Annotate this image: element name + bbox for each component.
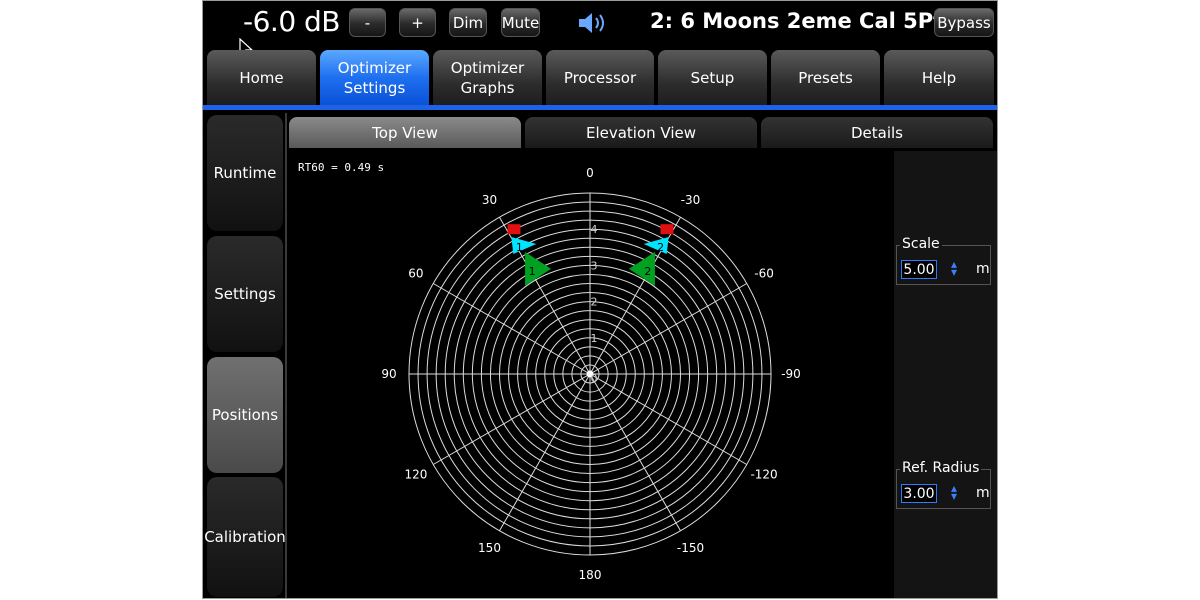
polar-angle-label: 120	[404, 468, 427, 482]
polar-radial-label: 3	[591, 259, 598, 272]
reference-position-marker	[507, 224, 521, 235]
polar-angle-label: 90	[381, 367, 396, 381]
ref-radius-input[interactable]: 3.00	[901, 484, 937, 503]
polar-radial-label: 4	[591, 223, 598, 236]
polar-angle-label: 30	[482, 193, 497, 207]
right-control-panel	[894, 151, 997, 598]
polar-top-view-plot: 030 -3060 -6090 -90120 -120150 -150180 01234 …	[381, 166, 801, 582]
speaker-label: 1	[516, 241, 523, 254]
polar-angle-label: 180	[579, 568, 602, 582]
scale-label: Scale	[900, 236, 942, 252]
polar-angle-label: -150	[677, 541, 704, 555]
scale-unit: m	[976, 261, 990, 277]
ref-radius-unit: m	[976, 485, 990, 501]
polar-angle-label: 0	[586, 166, 594, 180]
polar-angle-label: -90	[781, 367, 801, 381]
scale-input[interactable]: 5.00	[901, 260, 937, 279]
polar-spoke	[589, 373, 748, 465]
polar-spoke	[432, 373, 591, 465]
polar-angle-label: 150	[478, 541, 501, 555]
speaker-label: 1	[529, 265, 536, 278]
device-screen: -6.0 dB - + Dim Mute 2: 6 Moons 2eme Cal…	[202, 0, 998, 599]
polar-spoke	[589, 373, 681, 532]
polar-angle-label: 60	[408, 267, 423, 281]
polar-angle-label: -30	[681, 193, 701, 207]
polar-angle-label: -120	[750, 468, 777, 482]
polar-spoke	[499, 373, 591, 532]
ref-radius-spinner-icon[interactable]: ▴ ▾	[949, 482, 959, 502]
scale-spinner-icon[interactable]: ▴ ▾	[949, 258, 959, 278]
ref-radius-label: Ref. Radius	[900, 460, 982, 476]
ref-radius-control: Ref. Radius 3.00 ▴ ▾ m	[896, 460, 991, 509]
polar-spoke	[432, 283, 591, 375]
polar-angle-label: -60	[754, 267, 774, 281]
reference-position-marker	[660, 224, 674, 235]
polar-spoke	[589, 283, 748, 375]
speaker-label: 2	[644, 265, 651, 278]
scale-control: Scale 5.00 ▴ ▾ m	[896, 236, 991, 285]
polar-radial-label: 1	[591, 332, 598, 345]
speaker-label: 2	[657, 241, 664, 254]
polar-radial-label: 2	[591, 296, 598, 309]
polar-radial-label: 0	[591, 372, 598, 385]
